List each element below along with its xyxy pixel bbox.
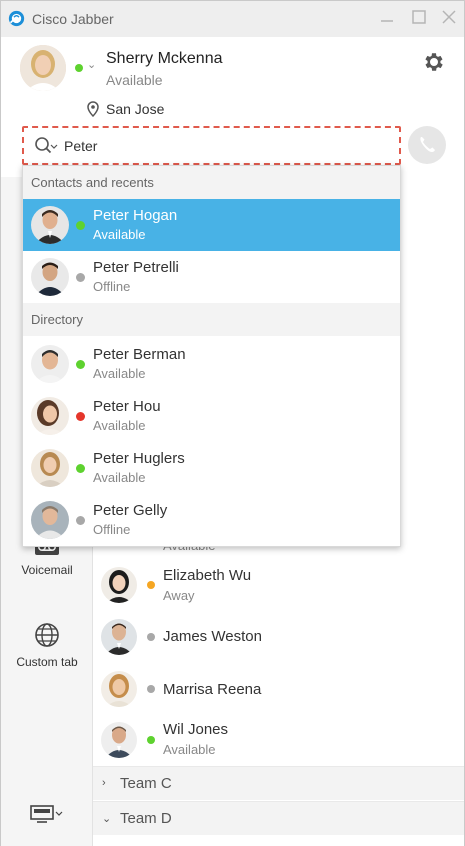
avatar <box>31 258 69 296</box>
presence-indicator <box>147 685 155 693</box>
gear-icon[interactable] <box>421 50 445 74</box>
presence-indicator <box>76 412 85 421</box>
result-name: Peter Hou <box>93 398 161 415</box>
window-title: Cisco Jabber <box>32 11 114 27</box>
search-result-item[interactable]: Peter Berman Available <box>23 338 400 390</box>
nav-voicemail-label: Voicemail <box>21 563 73 577</box>
presence-indicator <box>76 360 85 369</box>
location-label[interactable]: San Jose <box>106 101 164 117</box>
display-settings-button[interactable] <box>1 804 93 824</box>
avatar[interactable] <box>20 45 66 91</box>
result-name: Peter Petrelli <box>93 259 179 276</box>
presence-indicator <box>76 273 85 282</box>
result-status: Available <box>93 366 146 381</box>
search-results-dropdown: Contacts and recents Peter Hogan Availab… <box>22 165 401 547</box>
list-item[interactable]: Wil Jones Available <box>93 714 464 766</box>
result-status: Available <box>93 227 146 242</box>
search-icon[interactable] <box>34 136 60 158</box>
search-result-item[interactable]: Peter Hou Available <box>23 390 400 442</box>
section-header-contacts: Contacts and recents <box>23 166 400 199</box>
contact-name: Wil Jones <box>163 721 229 738</box>
call-button[interactable] <box>408 126 446 164</box>
search-result-item[interactable]: Peter Gelly Offline <box>23 494 400 546</box>
result-name: Peter Gelly <box>93 502 168 519</box>
contact-name: James Weston <box>163 628 262 645</box>
group-label: Team D <box>120 810 172 827</box>
phone-icon <box>420 137 435 152</box>
chevron-right-icon: › <box>102 777 106 789</box>
list-item[interactable]: Marrisa Reena <box>93 663 464 715</box>
minimize-icon <box>381 20 393 22</box>
maximize-button[interactable] <box>409 7 429 27</box>
avatar <box>101 671 137 707</box>
result-name: Peter Berman <box>93 346 186 363</box>
avatar <box>101 619 137 655</box>
result-name: Peter Hogan <box>93 207 178 224</box>
contact-status: Away <box>163 588 195 603</box>
close-button[interactable] <box>439 7 459 27</box>
jabber-logo-icon <box>8 10 25 27</box>
group-team-d[interactable]: ⌄ Team D <box>93 801 464 835</box>
search-box[interactable] <box>22 126 401 165</box>
list-item[interactable]: James Weston <box>93 611 464 663</box>
location-pin-icon <box>87 101 99 117</box>
maximize-icon <box>412 10 426 24</box>
search-result-item[interactable]: Peter Hogan Available <box>23 199 400 251</box>
presence-indicator <box>147 581 155 589</box>
presence-indicator <box>76 516 85 525</box>
profile-name: Sherry Mckenna <box>106 50 223 67</box>
avatar <box>31 397 69 435</box>
search-result-item[interactable]: Peter Petrelli Offline <box>23 251 400 303</box>
avatar <box>31 449 69 487</box>
close-icon <box>442 10 456 24</box>
result-status: Offline <box>93 522 131 537</box>
avatar <box>31 501 69 539</box>
result-name: Peter Huglers <box>93 450 185 467</box>
list-item[interactable]: Elizabeth Wu Away <box>93 559 464 611</box>
nav-custom-tab-label: Custom tab <box>16 655 78 669</box>
display-icon <box>30 805 63 823</box>
minimize-button[interactable] <box>377 7 397 27</box>
section-header-directory: Directory <box>23 303 400 336</box>
presence-indicator <box>147 633 155 641</box>
result-status: Available <box>93 470 146 485</box>
contact-status: Available <box>163 742 216 757</box>
avatar <box>101 722 137 758</box>
avatar <box>31 345 69 383</box>
presence-indicator <box>75 64 83 72</box>
globe-icon <box>35 623 59 647</box>
jabber-window: Cisco Jabber ⌄ Sherry Mckenna Available <box>0 0 465 846</box>
title-bar: Cisco Jabber <box>1 1 464 37</box>
presence-indicator <box>76 221 85 230</box>
chevron-down-icon[interactable]: ⌄ <box>87 58 96 71</box>
presence-indicator <box>76 464 85 473</box>
result-status: Offline <box>93 279 131 294</box>
presence-indicator <box>147 736 155 744</box>
profile-header: ⌄ Sherry Mckenna Available San Jose <box>1 37 464 177</box>
avatar <box>31 206 69 244</box>
group-label: Team C <box>120 775 172 792</box>
search-result-item[interactable]: Peter Huglers Available <box>23 442 400 494</box>
contact-name: Elizabeth Wu <box>163 567 252 584</box>
avatar <box>101 567 137 603</box>
chevron-down-icon: ⌄ <box>102 813 112 825</box>
profile-status[interactable]: Available <box>106 72 163 88</box>
result-status: Available <box>93 418 146 433</box>
search-input[interactable] <box>64 135 384 157</box>
group-team-c[interactable]: › Team C <box>93 766 464 800</box>
nav-custom-tab[interactable]: Custom tab <box>1 621 93 669</box>
contact-name: Marrisa Reena <box>163 681 262 698</box>
